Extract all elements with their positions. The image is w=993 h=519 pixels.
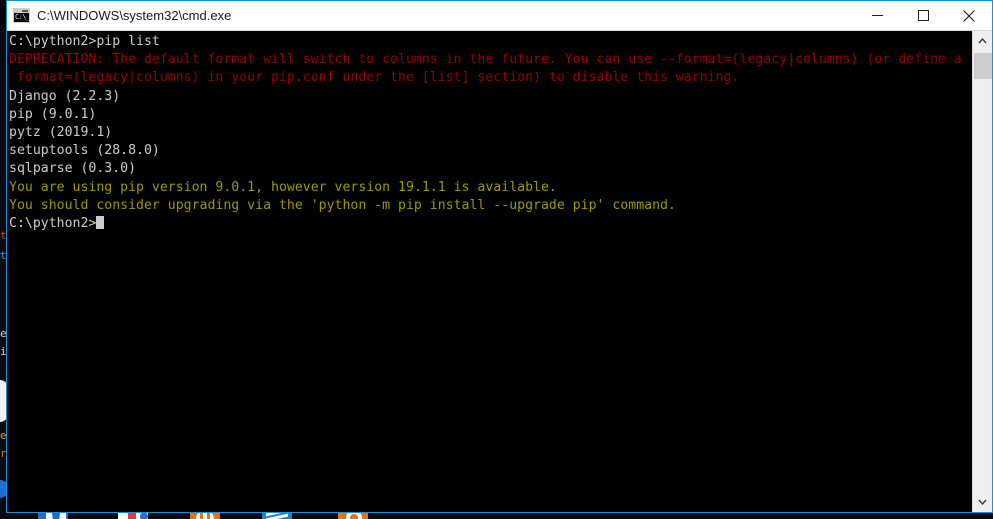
close-icon [963,9,975,22]
console-line: C:\python2>pip list [9,33,992,51]
console-line-text: Django (2.2.3) [9,88,121,104]
console-line: You are using pip version 9.0.1, however… [9,179,992,197]
console-line: Django (2.2.3) [9,88,992,106]
window-controls[interactable] [854,1,992,30]
scrollbar-track[interactable] [973,51,992,492]
scrollbar-down-button[interactable] [973,492,992,512]
console-line-text: format=(legacy|columns) in your pip.conf… [9,70,740,86]
console-line: pip (9.0.1) [9,106,992,124]
console-line: format=(legacy|columns) in your pip.conf… [9,69,992,87]
console-line: DEPRECATION: The default format will swi… [9,51,992,69]
window-title: C:\WINDOWS\system32\cmd.exe [37,8,232,23]
close-button[interactable] [946,1,992,30]
console-line-text: You should consider upgrading via the 'p… [9,197,676,213]
scrollbar-up-button[interactable] [973,31,992,51]
cmd-prompt-icon: C:\_ [13,8,30,23]
console-line-text: pytz (2019.1) [9,125,113,141]
console-text-buffer: C:\python2>pip list DEPRECATION: The defa… [9,33,992,233]
minimize-button[interactable] [854,1,900,30]
icon-prompt-glyph: C:\_ [15,13,30,21]
console-line-text: You are using pip version 9.0.1, however… [9,179,557,195]
console-line-text: C:\python2> [9,216,97,232]
chevron-up-icon [978,38,987,44]
console-line: pytz (2019.1) [9,124,992,142]
window-titlebar[interactable]: C:\_ C:\WINDOWS\system32\cmd.exe [7,1,992,31]
cmd-window[interactable]: C:\_ C:\WINDOWS\system32\cmd.exe C:\pyth [6,0,993,513]
console-line: C:\python2> [9,215,992,233]
console-line-text: sqlparse (0.3.0) [9,161,137,177]
scrollbar-thumb[interactable] [974,53,992,79]
console-line: You should consider upgrading via the 'p… [9,197,992,215]
console-line-text: setuptools (28.8.0) [9,143,160,159]
console-line-text: DEPRECATION: The default format will swi… [9,52,962,68]
maximize-icon [917,10,929,21]
maximize-button[interactable] [900,1,946,30]
console-line-text: pip (9.0.1) [9,106,97,122]
minimize-icon [871,15,883,16]
console-line: setuptools (28.8.0) [9,142,992,160]
console-line-text: C:\python2>pip list [9,34,160,49]
chevron-down-icon [978,499,987,505]
console-line: sqlparse (0.3.0) [9,160,992,178]
console-scrollbar[interactable] [972,31,992,512]
console-cursor [96,216,105,230]
console-output-area[interactable]: C:\python2>pip list DEPRECATION: The defa… [7,31,992,512]
